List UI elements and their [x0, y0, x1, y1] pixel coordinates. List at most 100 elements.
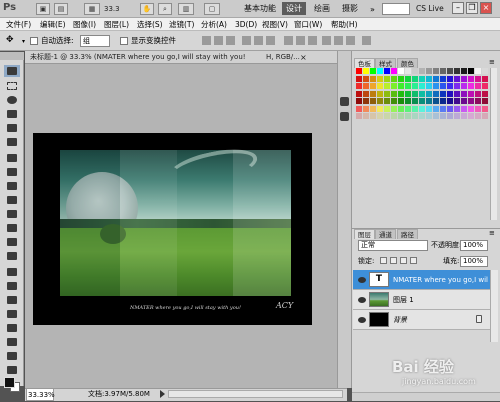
swatch[interactable] — [461, 68, 467, 74]
fill-field[interactable]: 100% — [460, 256, 488, 267]
arrange-documents-icon[interactable]: ▥ — [178, 3, 194, 15]
swatch[interactable] — [454, 105, 460, 112]
adjustments-dock-icon[interactable] — [340, 97, 349, 106]
blur-tool[interactable] — [4, 236, 20, 248]
swatch[interactable] — [475, 105, 481, 112]
swatch[interactable] — [377, 68, 383, 74]
menu-filter[interactable]: 滤镜(T) — [169, 18, 194, 31]
swatch[interactable] — [384, 105, 390, 112]
crop-tool[interactable] — [4, 122, 20, 134]
swatch[interactable] — [468, 90, 474, 97]
swatch[interactable] — [370, 83, 376, 89]
swatch[interactable] — [440, 113, 446, 119]
swatch[interactable] — [370, 68, 376, 74]
distribute-bottom-icon[interactable] — [308, 36, 317, 45]
foreground-color-swatch[interactable] — [4, 377, 15, 388]
swatch[interactable] — [370, 105, 376, 112]
marquee-tool[interactable] — [4, 80, 20, 92]
zoom-tool[interactable] — [4, 364, 20, 376]
swatches-scrollbar[interactable] — [490, 68, 497, 220]
swatch[interactable] — [461, 105, 467, 112]
swatch[interactable] — [482, 113, 488, 119]
swatch[interactable] — [405, 75, 411, 82]
auto-select-dropdown[interactable]: 组 — [80, 35, 110, 47]
distribute-hcenter-icon[interactable] — [334, 36, 343, 45]
distribute-top-icon[interactable] — [284, 36, 293, 45]
swatch[interactable] — [363, 90, 369, 97]
swatch[interactable] — [433, 90, 439, 97]
distribute-right-icon[interactable] — [346, 36, 355, 45]
distribute-left-icon[interactable] — [322, 36, 331, 45]
swatch[interactable] — [447, 83, 453, 89]
swatch[interactable] — [482, 90, 488, 97]
menu-edit[interactable]: 编辑(E) — [40, 18, 66, 31]
swatches-grid[interactable] — [356, 68, 490, 122]
swatch[interactable] — [454, 90, 460, 97]
swatch[interactable] — [377, 105, 383, 112]
auto-align-icon[interactable] — [362, 36, 371, 45]
swatch[interactable] — [419, 75, 425, 82]
auto-select-checkbox[interactable] — [30, 37, 38, 45]
menu-file[interactable]: 文件(F) — [6, 18, 31, 31]
tab-styles[interactable]: 样式 — [375, 58, 396, 68]
swatch[interactable] — [384, 75, 390, 82]
minimize-icon[interactable]: – — [452, 2, 464, 14]
align-vcenter-icon[interactable] — [214, 36, 223, 45]
swatch[interactable] — [363, 105, 369, 112]
3d-orbit-tool[interactable] — [4, 336, 20, 348]
swatch[interactable] — [356, 90, 362, 97]
blend-mode-dropdown[interactable]: 正常 — [358, 240, 428, 251]
healing-brush-tool[interactable] — [4, 152, 20, 164]
document-tab-title[interactable]: 未标题-1 @ 33.3% (NMATER where you go,I wil… — [30, 51, 246, 64]
swatch[interactable] — [440, 83, 446, 89]
swatch[interactable] — [475, 90, 481, 97]
swatch[interactable] — [419, 98, 425, 104]
swatch[interactable] — [461, 75, 467, 82]
workspace-more-icon[interactable]: » — [370, 5, 375, 14]
swatch[interactable] — [370, 98, 376, 104]
swatch[interactable] — [398, 98, 404, 104]
align-top-icon[interactable] — [202, 36, 211, 45]
swatch[interactable] — [426, 75, 432, 82]
swatch[interactable] — [356, 83, 362, 89]
swatch[interactable] — [391, 90, 397, 97]
swatch[interactable] — [426, 68, 432, 74]
close-icon[interactable]: × — [480, 2, 492, 14]
swatch[interactable] — [433, 83, 439, 89]
lock-all-icon[interactable] — [410, 257, 417, 264]
dodge-tool[interactable] — [4, 250, 20, 262]
menu-layer[interactable]: 图层(L) — [104, 18, 129, 31]
layer-name[interactable]: 图层 1 — [393, 290, 488, 310]
swatch[interactable] — [475, 83, 481, 89]
swatch[interactable] — [433, 105, 439, 112]
gradient-tool[interactable] — [4, 222, 20, 234]
swatch[interactable] — [475, 98, 481, 104]
swatch[interactable] — [482, 75, 488, 82]
swatch[interactable] — [377, 75, 383, 82]
swatch[interactable] — [419, 83, 425, 89]
swatch[interactable] — [419, 68, 425, 74]
move-tool[interactable] — [4, 65, 20, 77]
swatch[interactable] — [412, 90, 418, 97]
type-tool[interactable] — [4, 280, 20, 292]
swatch[interactable] — [363, 75, 369, 82]
swatch[interactable] — [363, 113, 369, 119]
swatch[interactable] — [398, 68, 404, 74]
swatch[interactable] — [454, 68, 460, 74]
align-hcenter-icon[interactable] — [254, 36, 263, 45]
swatch[interactable] — [454, 98, 460, 104]
move-tool-preset-icon[interactable]: ✥ — [6, 35, 20, 47]
hand-tool[interactable] — [4, 350, 20, 362]
swatch[interactable] — [405, 105, 411, 112]
preset-dropdown-icon[interactable]: ▾ — [22, 38, 25, 45]
lock-position-icon[interactable] — [400, 257, 407, 264]
swatch[interactable] — [482, 105, 488, 112]
swatch[interactable] — [426, 90, 432, 97]
swatch[interactable] — [398, 75, 404, 82]
mini-bridge-icon[interactable]: ▤ — [54, 3, 68, 15]
swatch[interactable] — [384, 68, 390, 74]
tab-swatches[interactable]: 色板 — [354, 58, 375, 68]
workspace-essentials[interactable]: 基本功能 — [240, 2, 280, 15]
swatch[interactable] — [475, 68, 481, 74]
swatch[interactable] — [391, 98, 397, 104]
